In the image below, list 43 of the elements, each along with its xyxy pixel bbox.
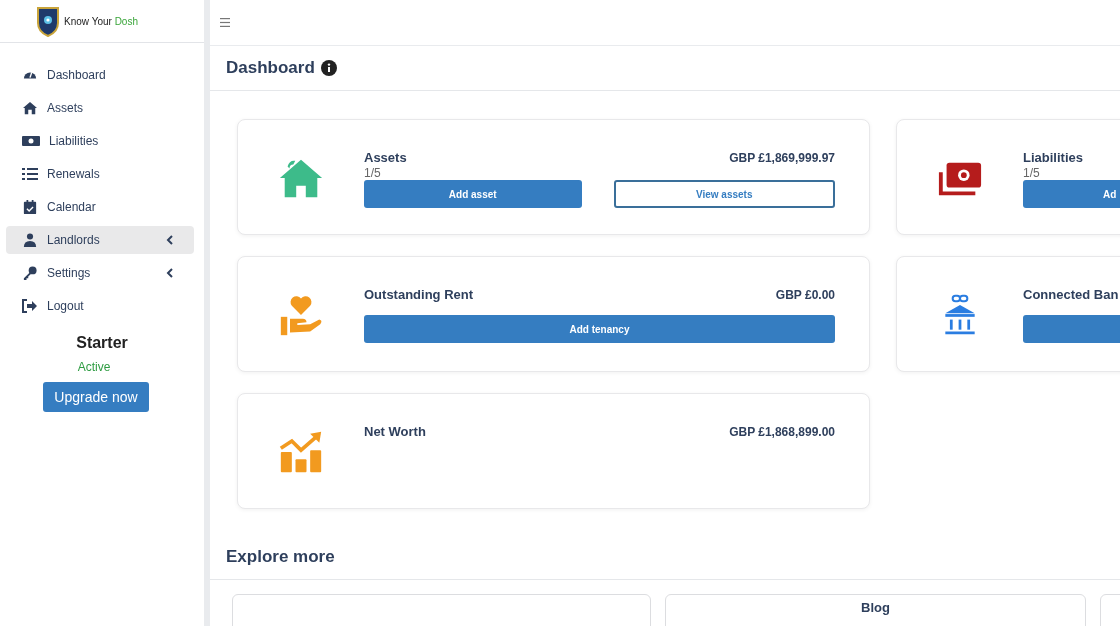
- card-title: Liabilities: [1023, 150, 1083, 165]
- sidebar-item[interactable]: Dashboard: [6, 61, 194, 89]
- card-title: Outstanding Rent: [364, 287, 474, 302]
- sidebar-item[interactable]: Renewals: [6, 160, 194, 188]
- count-text: 1/5: [1023, 166, 1041, 180]
- action-button[interactable]: Add asset: [364, 180, 582, 208]
- explore-card[interactable]: Blog: [665, 594, 1086, 626]
- sidebar-item[interactable]: Landlords: [6, 226, 194, 254]
- sidebar-item[interactable]: Assets: [6, 94, 194, 122]
- banknote-icon: [22, 134, 40, 148]
- person-icon: [22, 233, 38, 247]
- sidebar-item[interactable]: Liabilities: [6, 127, 194, 155]
- home-icon: [22, 101, 38, 115]
- menu-icon[interactable]: [220, 18, 230, 27]
- sidebar-item[interactable]: Settings: [6, 259, 194, 287]
- key-icon: [22, 266, 38, 280]
- card-title: Net Worth: [364, 424, 426, 439]
- growth-chart-icon: [278, 430, 324, 474]
- action-button[interactable]: Add tenancy: [364, 315, 835, 343]
- sidebar-item[interactable]: Logout: [6, 292, 194, 320]
- action-button[interactable]: View assets: [613, 180, 835, 208]
- shield-logo-icon: [36, 5, 60, 37]
- calendar-icon: [22, 200, 38, 214]
- info-icon[interactable]: [320, 60, 337, 76]
- page-title: Dashboard: [226, 58, 315, 78]
- plan-name: Starter: [76, 334, 128, 352]
- section-title: Explore more: [226, 547, 335, 567]
- action-button[interactable]: [1023, 315, 1120, 343]
- amount: GBP £1,868,899.00: [729, 425, 835, 439]
- card-title: Assets: [364, 150, 407, 165]
- brand-name: Know Your Dosh: [64, 15, 138, 27]
- list-icon: [22, 167, 38, 181]
- amount: GBP £1,869,999.97: [729, 151, 835, 165]
- count-text: 1/5: [364, 166, 382, 180]
- hand-heart-icon: [278, 293, 324, 337]
- upgrade-button[interactable]: Upgrade now: [43, 382, 149, 412]
- sidebar-item[interactable]: Calendar: [6, 193, 194, 221]
- action-button[interactable]: Ad: [1023, 180, 1120, 208]
- explore-card-title: Blog: [861, 600, 890, 615]
- card-title: Connected Ban: [1023, 287, 1119, 302]
- amount: GBP £0.00: [775, 288, 835, 302]
- logout-icon: [22, 299, 38, 313]
- plan-status: Active: [77, 360, 111, 374]
